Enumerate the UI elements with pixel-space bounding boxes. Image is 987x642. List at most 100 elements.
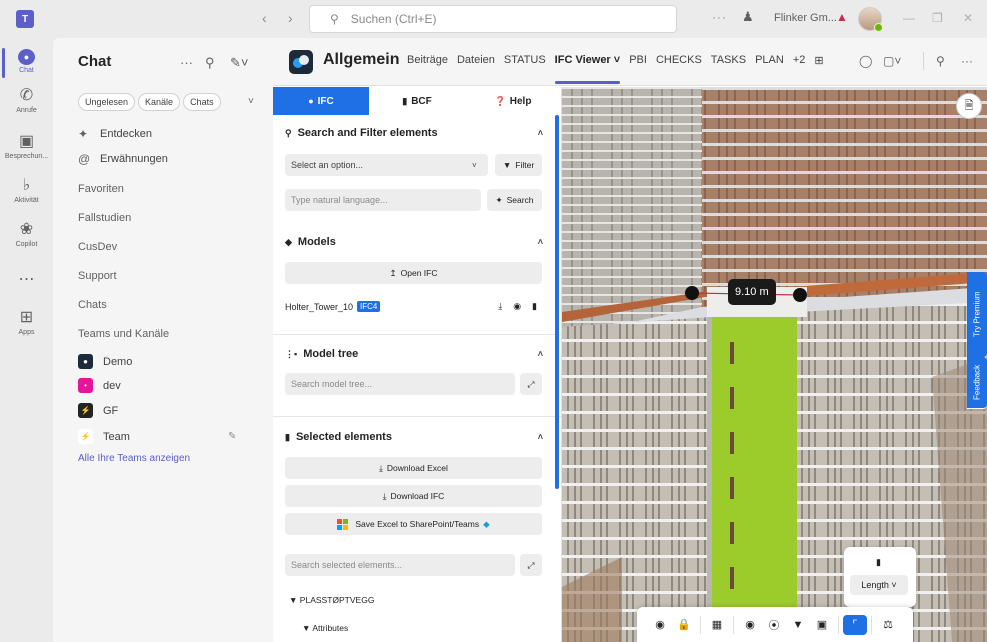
- warning-icon[interactable]: ▲: [836, 10, 848, 24]
- tab-status[interactable]: STATUS: [504, 54, 546, 67]
- rail-meetings[interactable]: ▣ Besprechun...: [0, 132, 53, 160]
- section-case-studies[interactable]: Fallstudien: [78, 212, 131, 224]
- chevron-up-icon[interactable]: ˄: [538, 349, 543, 359]
- rail-calls[interactable]: ✆ Anrufe: [0, 86, 53, 114]
- model-tree-search[interactable]: Search model tree...: [285, 373, 515, 395]
- team-item-team[interactable]: ⚡ Team ✎: [78, 429, 236, 444]
- download-excel-button[interactable]: ⤓ Download Excel: [285, 457, 542, 479]
- ifc-3d-viewer[interactable]: 🗎 9.10 m Try Premium Feedback ▮ Length ˅…: [562, 87, 987, 642]
- selection-icon: ▮: [285, 431, 290, 442]
- quick-discover[interactable]: ✦ Entdecken: [78, 127, 152, 141]
- more-options-icon[interactable]: ···: [961, 54, 973, 68]
- nl-search-button[interactable]: ✦ Search: [487, 189, 542, 211]
- user-avatar[interactable]: [858, 7, 883, 32]
- trash-icon[interactable]: ▮: [876, 557, 881, 568]
- models-header[interactable]: ◆ Models ˄: [285, 236, 543, 248]
- section-support[interactable]: Support: [78, 270, 117, 282]
- download-ifc-button[interactable]: ⤓ Download IFC: [285, 485, 542, 507]
- maximize-icon[interactable]: ❐: [932, 11, 943, 25]
- phone-icon: ✆: [19, 87, 34, 104]
- filter-chats[interactable]: Chats: [183, 93, 221, 111]
- search-icon[interactable]: ⚲: [205, 55, 215, 71]
- tab-posts[interactable]: Beiträge: [407, 54, 448, 67]
- panel-scrollbar[interactable]: [555, 115, 559, 489]
- document-icon[interactable]: 🗎: [956, 93, 982, 119]
- filter-unread[interactable]: Ungelesen: [78, 93, 136, 111]
- quick-mentions[interactable]: @ Erwähnungen: [78, 152, 168, 166]
- chevron-up-icon[interactable]: ˄: [538, 128, 543, 138]
- more-options-icon[interactable]: ···: [712, 10, 727, 24]
- funnel-icon[interactable]: ▼: [786, 619, 810, 631]
- eye-icon[interactable]: ◉: [738, 618, 762, 631]
- tab-files[interactable]: Dateien: [457, 54, 495, 67]
- people-icon[interactable]: ♟: [742, 9, 754, 25]
- model-tree-header[interactable]: ⋮▪ Model tree ˄: [285, 348, 543, 360]
- org-name[interactable]: Flinker Gm...: [774, 12, 837, 24]
- open-ifc-button[interactable]: ↥ Open IFC: [285, 262, 542, 284]
- expand-icon[interactable]: ⤢: [520, 373, 542, 395]
- save-sharepoint-button[interactable]: Save Excel to SharePoint/Teams ◆: [285, 513, 542, 535]
- rail-apps[interactable]: ⊞ Apps: [0, 308, 53, 336]
- tree-node-root[interactable]: ▼ PLASSTØPTVEGG: [289, 595, 374, 605]
- rail-copilot[interactable]: ❀ Copilot: [0, 220, 53, 248]
- filter-channels[interactable]: Kanäle: [138, 93, 181, 111]
- panel-tab-ifc[interactable]: ● IFC: [273, 87, 369, 115]
- trash-icon[interactable]: ▮: [532, 301, 537, 312]
- isolate-icon[interactable]: ▣: [810, 618, 834, 631]
- selected-elements-header[interactable]: ▮ Selected elements ˄: [285, 431, 543, 443]
- close-icon[interactable]: ✕: [963, 11, 973, 25]
- section-plane-icon[interactable]: ⚖: [876, 618, 900, 631]
- forward-arrow-icon[interactable]: ›: [288, 10, 293, 26]
- tab-ifc-viewer[interactable]: IFC Viewer ˅: [554, 54, 620, 84]
- tab-pbi[interactable]: PBI: [629, 54, 647, 67]
- tab-plan[interactable]: PLAN: [755, 54, 784, 67]
- ruler-icon[interactable]: ⌜: [843, 614, 867, 635]
- model-row[interactable]: Holter_Tower_10 IFC4 ⤓ ◉ ▮: [285, 301, 543, 312]
- global-search-input[interactable]: ⚲ Suchen (Ctrl+E): [309, 5, 677, 33]
- eye-icon[interactable]: ◉: [513, 301, 521, 312]
- rail-activity[interactable]: ♭ Aktivität: [0, 176, 53, 204]
- search-icon[interactable]: ⚲: [936, 54, 945, 68]
- chat-icon[interactable]: ◯: [859, 54, 872, 68]
- back-arrow-icon[interactable]: ‹: [262, 10, 267, 26]
- measure-mode-select[interactable]: Length ˅: [850, 575, 908, 595]
- chevron-down-icon[interactable]: ˅: [248, 96, 254, 107]
- team-item-dev[interactable]: • dev: [78, 378, 121, 393]
- filter-button[interactable]: ▼ Filter: [495, 154, 542, 176]
- selected-elements-search[interactable]: Search selected elements...: [285, 554, 515, 576]
- minimize-icon[interactable]: —: [903, 11, 915, 25]
- natural-language-input[interactable]: Type natural language...: [285, 189, 481, 211]
- video-call-icon[interactable]: ▢˅: [883, 54, 901, 68]
- expand-icon[interactable]: ⤢: [520, 554, 542, 576]
- focus-icon[interactable]: ◉: [648, 618, 672, 631]
- search-filter-header[interactable]: ⚲ Search and Filter elements ˄: [285, 127, 543, 139]
- team-item-demo[interactable]: ● Demo: [78, 354, 132, 369]
- tab-tasks[interactable]: TASKS: [711, 54, 746, 67]
- section-teams[interactable]: Teams und Kanäle: [78, 328, 169, 340]
- rail-chat[interactable]: ● Chat: [0, 46, 53, 78]
- more-options-icon[interactable]: ···: [180, 55, 193, 70]
- lock-icon[interactable]: 🔒: [672, 618, 696, 631]
- all-teams-link[interactable]: Alle Ihre Teams anzeigen: [78, 453, 190, 464]
- compose-icon[interactable]: ✎˅: [230, 55, 248, 71]
- floor-plan-icon[interactable]: ▦: [705, 618, 729, 631]
- rail-more[interactable]: ⋯: [0, 270, 53, 290]
- more-tabs[interactable]: +2: [793, 54, 806, 67]
- chevron-up-icon[interactable]: ˄: [538, 432, 543, 442]
- chevron-up-icon[interactable]: ˄: [538, 237, 543, 247]
- section-favorites[interactable]: Favoriten: [78, 183, 124, 195]
- team-item-gf[interactable]: ⚡ GF: [78, 403, 118, 418]
- section-cusdev[interactable]: CusDev: [78, 241, 117, 253]
- panel-tab-help[interactable]: ❓ Help: [465, 87, 561, 115]
- tab-checks[interactable]: CHECKS: [656, 54, 702, 67]
- download-icon[interactable]: ⤓: [498, 301, 502, 312]
- add-tab-icon[interactable]: ⊞: [814, 54, 823, 67]
- edit-icon[interactable]: ✎: [228, 431, 236, 442]
- panel-tab-bcf[interactable]: ▮ BCF: [369, 87, 465, 115]
- filter-select[interactable]: Select an option... ˅: [285, 154, 488, 176]
- tree-node-attributes[interactable]: ▼ Attributes: [302, 623, 348, 633]
- try-premium-button[interactable]: Try Premium: [967, 272, 987, 357]
- eye-off-icon[interactable]: ⦿: [762, 617, 786, 633]
- section-chats[interactable]: Chats: [78, 299, 107, 311]
- feedback-button[interactable]: Feedback: [967, 357, 987, 409]
